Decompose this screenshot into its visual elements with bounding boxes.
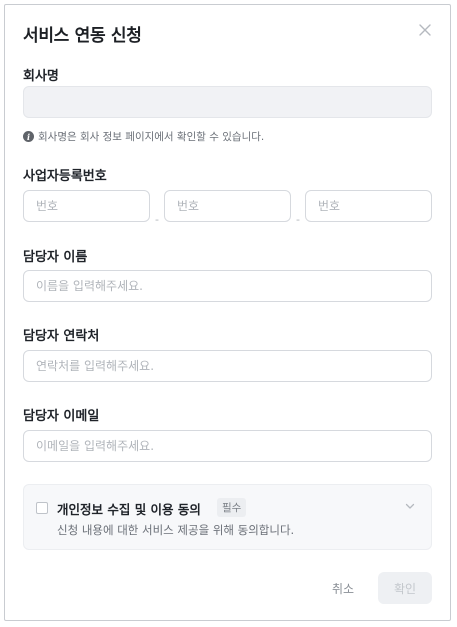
business-number-separator: - (155, 213, 159, 226)
company-hint: i 회사명은 회사 정보 페이지에서 확인할 수 있습니다. (23, 129, 264, 144)
consent-checkbox[interactable] (36, 502, 48, 514)
consent-description: 신청 내용에 대한 서비스 제공을 위해 동의합니다. (57, 523, 295, 537)
business-number-label: 사업자등록번호 (23, 169, 107, 184)
company-input (23, 86, 432, 118)
manager-name-label: 담당자 이름 (23, 250, 88, 265)
confirm-button[interactable]: 확인 (378, 572, 432, 604)
manager-phone-input[interactable] (23, 350, 432, 382)
consent-title: 개인정보 수집 및 이용 동의 (57, 502, 201, 517)
close-icon (419, 24, 431, 36)
chevron-down-icon[interactable] (403, 499, 417, 513)
privacy-consent-box: 개인정보 수집 및 이용 동의 필수 신청 내용에 대한 서비스 제공을 위해 … (23, 484, 432, 550)
business-number-part2-input[interactable] (164, 190, 291, 222)
company-label: 회사명 (23, 69, 59, 84)
manager-email-input[interactable] (23, 430, 432, 462)
manager-email-label: 담당자 이메일 (23, 409, 100, 424)
business-number-part1-input[interactable] (23, 190, 150, 222)
dialog-title: 서비스 연동 신청 (23, 26, 142, 46)
business-number-part3-input[interactable] (305, 190, 432, 222)
manager-phone-label: 담당자 연락처 (23, 329, 100, 344)
company-hint-text: 회사명은 회사 정보 페이지에서 확인할 수 있습니다. (38, 131, 265, 143)
service-integration-dialog: 서비스 연동 신청 회사명 i 회사명은 회사 정보 페이지에서 확인할 수 있… (4, 4, 451, 621)
close-button[interactable] (414, 19, 436, 41)
business-number-separator: - (296, 213, 300, 226)
manager-name-input[interactable] (23, 270, 432, 302)
required-badge: 필수 (217, 498, 247, 517)
info-icon: i (23, 131, 34, 142)
cancel-button[interactable]: 취소 (319, 572, 367, 604)
